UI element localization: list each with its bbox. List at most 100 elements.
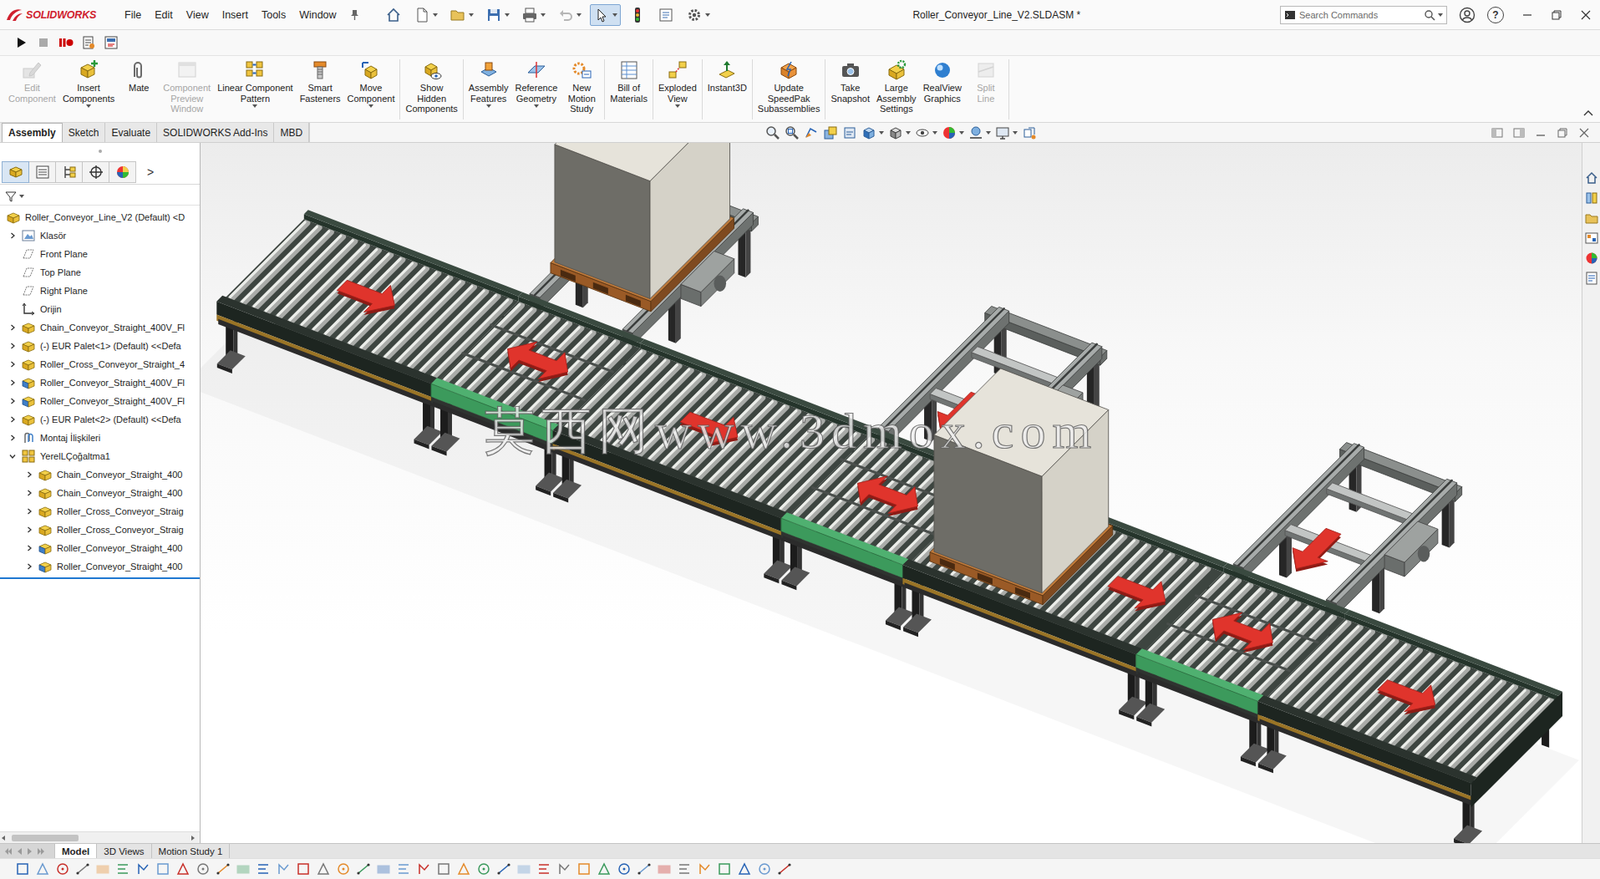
ribbon-button[interactable]: RealViewGraphics	[919, 59, 966, 104]
scroll-thumb[interactable]	[11, 834, 79, 842]
dropdown-caret[interactable]	[368, 104, 374, 108]
view-tool[interactable]	[765, 125, 781, 141]
appearances-icon[interactable]	[1584, 251, 1599, 265]
tool-1-icon[interactable]	[35, 861, 51, 877]
dropdown-caret[interactable]	[533, 104, 539, 108]
toolbar-button[interactable]	[682, 4, 714, 26]
tool-14-icon[interactable]	[295, 861, 311, 877]
ribbon-button[interactable]: NewMotionStudy	[560, 59, 603, 115]
viewport-minimize-icon[interactable]	[1534, 126, 1547, 139]
tree-item[interactable]: Montaj İlişkileri	[0, 428, 200, 447]
toolbar-button[interactable]	[553, 4, 585, 26]
tool-3-icon[interactable]	[75, 861, 91, 877]
tool-22-icon[interactable]	[456, 861, 472, 877]
stop-icon[interactable]	[35, 35, 51, 51]
viewport-restore-icon[interactable]	[1556, 126, 1569, 139]
dropdown-caret[interactable]	[675, 104, 681, 108]
tool-19-icon[interactable]	[396, 861, 412, 877]
ribbon-button[interactable]: UpdateSpeedPakSubassemblies	[754, 59, 824, 115]
tool-30-icon[interactable]	[616, 861, 632, 877]
collapse-ribbon[interactable]	[1583, 106, 1600, 122]
tool-caret[interactable]	[878, 131, 884, 135]
toolbar-button[interactable]	[625, 4, 650, 26]
menu-item[interactable]: Edit	[147, 6, 180, 24]
dropdown-caret[interactable]	[705, 13, 711, 17]
tree-item[interactable]: Roller_Cross_Conveyor_Straight_4	[0, 355, 200, 374]
tool-6-icon[interactable]	[135, 861, 151, 877]
chevron-right-icon[interactable]	[9, 379, 16, 387]
tool-33-icon[interactable]	[676, 861, 692, 877]
dropdown-caret[interactable]	[86, 104, 92, 108]
user-account-icon[interactable]	[1458, 6, 1476, 24]
file-explorer-icon[interactable]	[1584, 211, 1599, 225]
tool-20-icon[interactable]	[416, 861, 432, 877]
tool-18-icon[interactable]	[375, 861, 392, 877]
tool-29-icon[interactable]	[596, 861, 612, 877]
tree-item[interactable]: YerelLÇoğaltma1	[0, 446, 200, 466]
tool-caret[interactable]	[932, 131, 938, 135]
dropdown-caret[interactable]	[486, 104, 492, 108]
expand-arrow[interactable]	[5, 336, 21, 356]
scroll-right-icon[interactable]	[189, 834, 197, 842]
view-tool[interactable]	[941, 125, 965, 141]
command-tab[interactable]: Assembly	[1, 122, 63, 143]
view-tool[interactable]	[784, 125, 800, 141]
tool-17-icon[interactable]	[355, 861, 371, 877]
panel-tab[interactable]	[28, 161, 56, 183]
toolbar-button[interactable]	[446, 4, 478, 26]
ribbon-button[interactable]: AssemblyFeatures	[465, 59, 513, 108]
chevron-right-icon[interactable]	[9, 360, 16, 368]
tree-item[interactable]: Right Plane	[0, 281, 200, 300]
tree-item[interactable]: Roller_Conveyor_Straight_400V_Fl	[0, 373, 200, 392]
panel-tab[interactable]	[1, 161, 30, 183]
view-palette-icon[interactable]	[1584, 231, 1599, 245]
tool-9-icon[interactable]	[195, 861, 211, 877]
tree-item[interactable]: Klasör	[0, 226, 200, 245]
record-pause-icon[interactable]	[58, 35, 74, 51]
menu-item[interactable]: View	[179, 6, 216, 24]
view-tool[interactable]	[1021, 125, 1037, 141]
ribbon-button[interactable]: Bill ofMaterials	[606, 59, 651, 104]
tool-12-icon[interactable]	[255, 861, 271, 877]
ribbon-button[interactable]: Mate	[117, 59, 160, 94]
chevron-right-icon[interactable]	[25, 489, 33, 497]
command-tab[interactable]: Sketch	[62, 122, 107, 143]
tree-item[interactable]: Roller_Conveyor_Straight_400	[0, 557, 200, 576]
tool-caret[interactable]	[905, 131, 911, 135]
tool-21-icon[interactable]	[436, 861, 452, 877]
menu-item[interactable]: Insert	[215, 6, 255, 24]
bottom-tab[interactable]: Model	[55, 843, 97, 859]
tool-15-icon[interactable]	[315, 861, 331, 877]
tool-13-icon[interactable]	[275, 861, 291, 877]
bottom-tab[interactable]: Motion Study 1	[152, 843, 231, 859]
tool-27-icon[interactable]	[556, 861, 572, 877]
ribbon-button[interactable]: EditComponent	[5, 59, 60, 104]
view-tool[interactable]	[842, 125, 858, 141]
expand-arrow[interactable]	[21, 557, 37, 576]
expand-arrow[interactable]	[5, 226, 21, 245]
expand-arrow[interactable]	[21, 483, 37, 503]
toolbar-button[interactable]	[381, 4, 406, 26]
expand-arrow[interactable]	[5, 299, 21, 319]
scroll-left-icon[interactable]	[0, 834, 7, 842]
chevron-right-icon[interactable]	[9, 324, 16, 331]
custom-properties-icon[interactable]	[1584, 271, 1599, 285]
expand-arrow[interactable]	[21, 502, 37, 521]
toolbar-button[interactable]	[518, 4, 549, 26]
command-tab[interactable]: SOLIDWORKS Add-Ins	[157, 122, 275, 143]
tree-item[interactable]: Roller_Conveyor_Line_V2 (Default) <D	[0, 208, 200, 227]
tree-item[interactable]: (-) EUR Palet<1> (Default) <<Defa	[0, 336, 200, 356]
ribbon-button[interactable]: ExplodedView	[655, 59, 701, 108]
tree-filter[interactable]	[0, 187, 200, 206]
tool-26-icon[interactable]	[536, 861, 552, 877]
dropdown-caret[interactable]	[432, 13, 438, 17]
dropdown-caret[interactable]	[252, 104, 258, 108]
close-button[interactable]	[1570, 0, 1600, 30]
restore-button[interactable]	[1541, 0, 1571, 30]
horizontal-scrollbar[interactable]	[0, 831, 200, 844]
tree-item[interactable]: Front Plane	[0, 244, 200, 264]
tile-left-icon[interactable]	[1491, 126, 1504, 139]
panel-tab[interactable]	[55, 161, 83, 183]
tool-28-icon[interactable]	[576, 861, 592, 877]
tree-item[interactable]: Chain_Conveyor_Straight_400	[0, 465, 200, 484]
